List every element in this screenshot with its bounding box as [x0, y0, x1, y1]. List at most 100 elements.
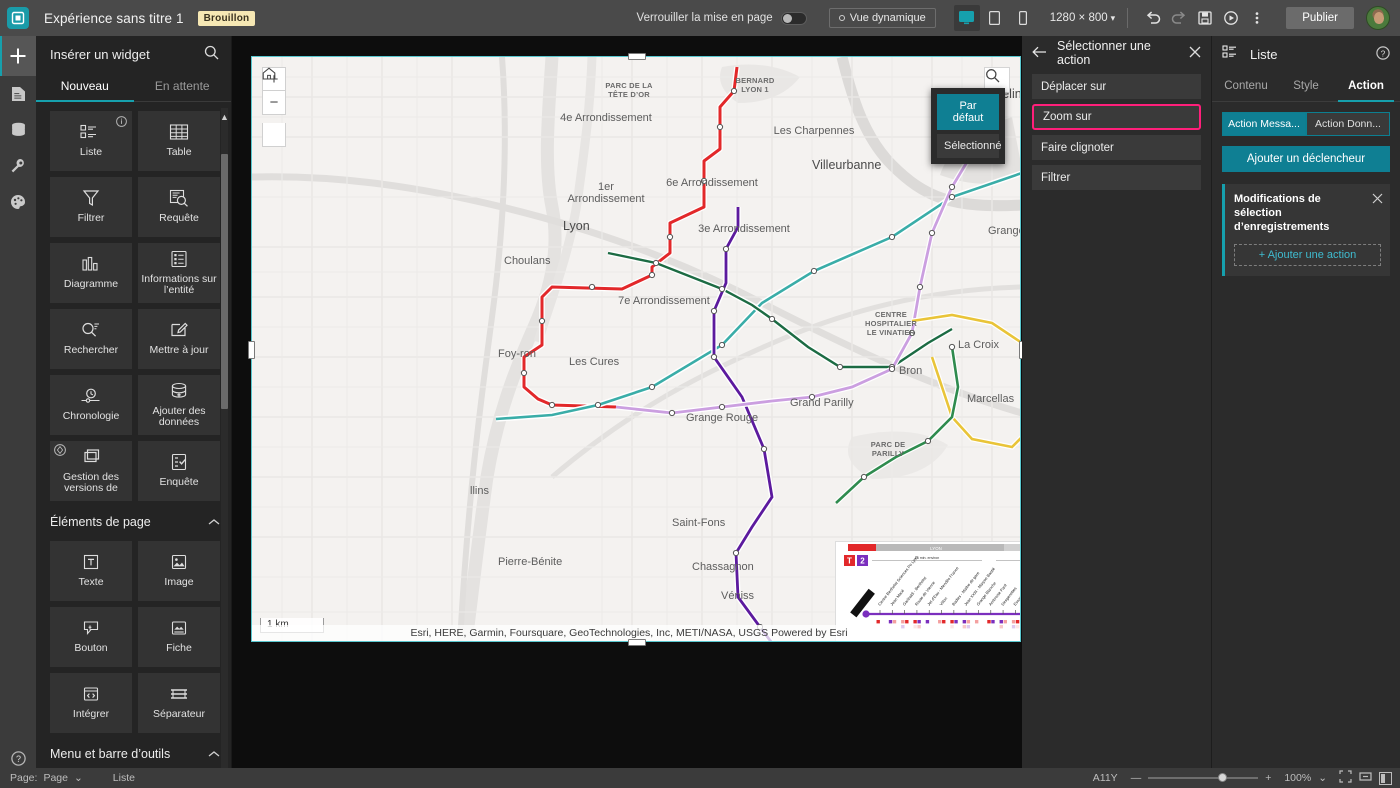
zoom-out-button[interactable]: −	[262, 91, 286, 115]
app-logo[interactable]	[0, 0, 36, 36]
action-item-zoom-sur[interactable]: Zoom sur	[1032, 104, 1201, 130]
chevron-down-icon[interactable]: ⌄	[74, 772, 83, 784]
panel-toggle-icon[interactable]	[1379, 771, 1392, 785]
chevron-up-icon[interactable]	[208, 747, 220, 761]
toolbar-divider	[1127, 8, 1129, 28]
rail-item-data[interactable]	[0, 112, 36, 148]
segment-action-data[interactable]: Action Donn...	[1306, 112, 1390, 136]
widget-card-image[interactable]: Image	[138, 541, 220, 601]
timeline-icon	[80, 387, 102, 408]
home-button[interactable]	[262, 67, 286, 147]
add-trigger-button[interactable]: Ajouter un déclencheur	[1222, 146, 1390, 172]
redo-button[interactable]	[1166, 5, 1192, 31]
popup-item-selectionne[interactable]: Sélectionné	[937, 134, 1002, 158]
section-title: Éléments de page	[50, 515, 151, 529]
action-type-segmented-control: Action Messa... Action Donn...	[1222, 112, 1390, 136]
widget-card-enquete[interactable]: Enquête	[138, 441, 220, 501]
action-item-faire-clignoter[interactable]: Faire clignoter	[1032, 135, 1201, 160]
zoom-in-icon[interactable]: +	[1265, 772, 1271, 784]
rail-item-insert-widget[interactable]	[0, 36, 36, 76]
device-phone-icon[interactable]	[1010, 5, 1036, 31]
section-page-elements[interactable]: Éléments de page	[36, 501, 232, 533]
scroll-up-arrow[interactable]: ▲	[220, 112, 229, 122]
widget-card-bouton[interactable]: Bouton	[50, 607, 132, 667]
fit-screen-icon[interactable]	[1339, 770, 1352, 786]
widget-label: Gestion des versions de	[62, 470, 120, 494]
widget-card-gestion-versions[interactable]: Gestion des versions de	[50, 441, 132, 501]
survey-icon	[170, 453, 188, 474]
widget-card-texte[interactable]: Texte	[50, 541, 132, 601]
widget-card-table[interactable]: Table	[138, 111, 220, 171]
magnifier-list-icon	[81, 321, 101, 342]
tab-action[interactable]: Action	[1336, 72, 1396, 102]
tab-contenu[interactable]: Contenu	[1216, 72, 1276, 101]
rail-item-theme[interactable]	[0, 184, 36, 220]
device-tablet-icon[interactable]	[982, 5, 1008, 31]
widget-settings-panel: Liste ? Contenu Style Action Action Mess…	[1212, 36, 1400, 788]
lock-layout-toggle[interactable]	[780, 11, 807, 25]
widget-card-ajouter-donnees[interactable]: Ajouter des données	[138, 375, 220, 435]
status-bar-left: Page: Page ⌄ Liste	[0, 772, 135, 784]
rail-item-utilities[interactable]	[0, 148, 36, 184]
widget-card-filtrer[interactable]: Filtrer	[50, 177, 132, 237]
widget-card-chronologie[interactable]: Chronologie	[50, 375, 132, 435]
chevron-up-icon[interactable]	[208, 515, 220, 529]
map-label: Lyon	[563, 219, 590, 233]
widget-label: Diagramme	[63, 278, 119, 291]
rail-item-page[interactable]	[0, 76, 36, 112]
widget-card-separateur[interactable]: Séparateur	[138, 673, 220, 733]
widget-card-requete[interactable]: Requête	[138, 177, 220, 237]
widget-label: Intégrer	[72, 708, 110, 721]
device-desktop-icon[interactable]	[953, 5, 980, 31]
map-widget-frame[interactable]: PARC DE LA TÊTE D’ORBERNARD LYON 1Vaulx-…	[248, 53, 1026, 646]
search-icon[interactable]	[204, 45, 219, 63]
resize-handle-top[interactable]	[628, 53, 646, 60]
widget-card-mettre-a-jour[interactable]: Mettre à jour	[138, 309, 220, 369]
info-icon[interactable]	[116, 116, 127, 130]
section-menu-toolbar[interactable]: Menu et barre d’outils	[36, 733, 232, 765]
resize-handle-bottom[interactable]	[628, 639, 646, 646]
zoom-slider[interactable]	[1148, 773, 1259, 782]
save-button[interactable]	[1192, 5, 1218, 31]
action-item-filtrer[interactable]: Filtrer	[1032, 165, 1201, 190]
tab-en-attente[interactable]: En attente	[134, 72, 232, 101]
avatar[interactable]	[1366, 6, 1390, 30]
zoom-out-icon[interactable]: —	[1131, 772, 1142, 784]
expand-icon[interactable]	[1359, 770, 1372, 786]
map-label: CENTRE HOSPITALIER LE VINATIER	[864, 310, 918, 337]
widget-card-informations-entite[interactable]: Informations sur l’entité	[138, 243, 220, 303]
close-icon[interactable]	[1189, 46, 1201, 61]
arrow-left-icon[interactable]	[1032, 46, 1047, 61]
selected-widget-label[interactable]: Liste	[113, 772, 135, 784]
widget-card-liste[interactable]: Liste	[50, 111, 132, 171]
panel-scrollbar-thumb[interactable]	[221, 154, 228, 409]
page-selector[interactable]: Page	[43, 772, 68, 784]
widget-card-integrer[interactable]: Intégrer	[50, 673, 132, 733]
map-view[interactable]: PARC DE LA TÊTE D’ORBERNARD LYON 1Vaulx-…	[252, 57, 1020, 641]
more-options-button[interactable]	[1244, 5, 1270, 31]
widget-card-fiche[interactable]: Fiche	[138, 607, 220, 667]
resize-handle-left[interactable]	[248, 341, 255, 359]
map-label: Chassagnon	[692, 561, 754, 573]
zoom-caret-icon[interactable]: ⌄	[1318, 772, 1327, 784]
tab-nouveau[interactable]: Nouveau	[36, 72, 134, 102]
popup-item-par-defaut[interactable]: Par défaut	[937, 94, 999, 130]
preview-button[interactable]	[1218, 5, 1244, 31]
rail-item-help[interactable]: ?	[0, 751, 36, 766]
question-circle-icon[interactable]: ?	[1376, 45, 1390, 63]
dynamic-view-button[interactable]: Vue dynamique	[828, 8, 936, 28]
close-icon[interactable]	[1372, 193, 1383, 207]
segment-action-message[interactable]: Action Messa...	[1222, 112, 1306, 136]
experience-title[interactable]: Expérience sans titre 1	[44, 11, 184, 26]
widget-card-diagramme[interactable]: Diagramme	[50, 243, 132, 303]
publish-button[interactable]: Publier	[1286, 7, 1354, 29]
a11y-label[interactable]: A11Y	[1093, 772, 1118, 784]
tab-style[interactable]: Style	[1276, 72, 1336, 101]
add-action-button[interactable]: + Ajouter une action	[1234, 244, 1381, 266]
edit-pencil-icon	[170, 321, 188, 342]
undo-button[interactable]	[1140, 5, 1166, 31]
screen-size-selector[interactable]: 1280 × 800 ▾	[1050, 12, 1115, 24]
canvas-area[interactable]: PARC DE LA TÊTE D’ORBERNARD LYON 1Vaulx-…	[232, 36, 1026, 788]
widget-card-rechercher[interactable]: Rechercher	[50, 309, 132, 369]
action-item-deplacer-sur[interactable]: Déplacer sur	[1032, 74, 1201, 99]
